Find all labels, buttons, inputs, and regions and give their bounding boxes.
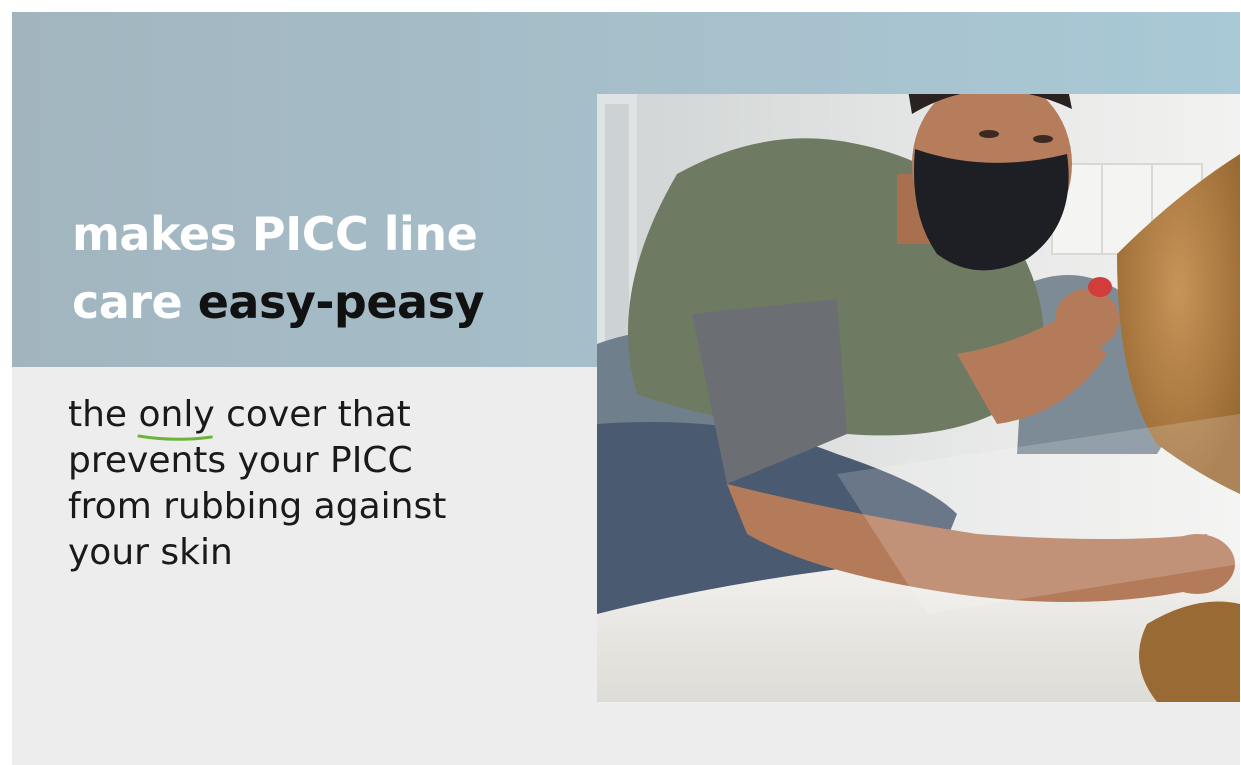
subtext-line-4: your skin [68,532,233,573]
subtext: the only cover that prevents your PICC f… [68,392,446,576]
headline-line-2: care easy-peasy [72,268,484,336]
promo-card: makes PICC line care easy-peasy the only… [12,12,1240,765]
headline: makes PICC line care easy-peasy [72,200,484,336]
subtext-line-2: prevents your PICC [68,440,413,481]
subtext-prefix: the [68,394,139,435]
lifestyle-photo [597,94,1240,702]
green-underline-swoosh [136,434,213,441]
raised-hand-shape [1055,289,1119,349]
underlined-word: only [136,392,215,441]
eye-right-shape [1033,135,1053,143]
underlined-word-text: only [138,394,215,435]
headline-emphasis: easy-peasy [197,275,485,329]
headline-line-2-prefix: care [72,275,198,329]
red-toy-shape [1088,277,1112,297]
eye-left-shape [979,130,999,138]
subtext-line-1: the only cover that [68,392,446,441]
subtext-suffix: cover that [214,394,411,435]
subtext-line-3: from rubbing against [68,486,447,527]
headline-line-1: makes PICC line [72,207,478,261]
photo-illustration [597,94,1240,702]
